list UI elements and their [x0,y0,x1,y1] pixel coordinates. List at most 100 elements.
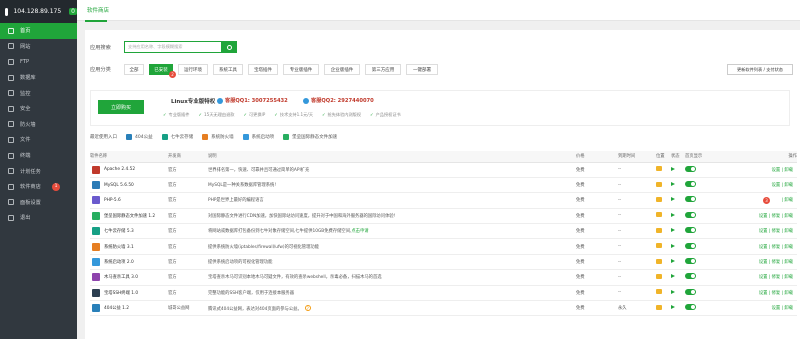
homepage-toggle[interactable] [685,273,696,280]
sidebar-item-12[interactable]: 退出 [0,210,77,226]
homepage-toggle[interactable] [685,196,696,203]
homepage-toggle[interactable] [685,227,696,234]
folder-icon[interactable] [656,227,662,233]
apply-link[interactable]: 点击申请 [351,229,368,234]
sidebar-item-10[interactable]: 软件商店 1 [0,179,77,195]
cell-name[interactable]: MySQL 5.6.50 [90,177,168,194]
cell-homepage [685,285,739,302]
sidebar-item-2[interactable]: FTP [0,54,77,70]
qq1[interactable]: 客服QQ1: 3007255432 [217,97,288,104]
action-links[interactable]: 设置 | 卸载 [772,168,793,173]
play-icon[interactable] [671,305,675,310]
cell-name[interactable]: 堡垒国际静态文件加速 1.2 [90,208,168,225]
action-links[interactable]: 设置 | 卸载 [772,183,793,188]
folder-icon[interactable] [656,258,662,264]
qq2[interactable]: 客服QQ2: 2927440070 [303,97,374,104]
play-icon[interactable] [671,289,675,294]
folder-icon[interactable] [656,304,662,310]
recent-entry[interactable]: 七牛云存储 [161,134,193,140]
cell-name[interactable]: Apache 2.4.52 [90,162,168,178]
cell-expire: -- [618,285,656,302]
sidebar-item-9[interactable]: 计划任务 [0,163,77,179]
sidebar-item-5[interactable]: 安全 [0,101,77,117]
action-links[interactable]: 设置 | 修复 | 卸载 [759,260,793,265]
sidebar-item-11[interactable]: 面板设置 [0,195,77,211]
folder-icon[interactable] [656,166,662,172]
homepage-toggle[interactable] [685,304,696,311]
category-tab-1[interactable]: 已安装 2 [149,64,176,78]
sidebar-item-6[interactable]: 防火墙 [0,117,77,133]
folder-icon[interactable] [656,243,662,249]
homepage-toggle[interactable] [685,211,696,218]
server-header[interactable]: 104.128.89.175 0 [0,0,77,23]
action-links[interactable]: 设置 | 修复 | 卸载 [759,229,793,234]
folder-icon[interactable] [656,273,662,279]
cell-expire: -- [618,177,656,194]
action-links[interactable]: 设置 | 修复 | 卸载 [759,245,793,250]
cell-price: 免费 [576,269,618,286]
play-icon[interactable] [671,243,675,248]
homepage-toggle[interactable] [685,258,696,265]
folder-icon[interactable] [656,289,662,295]
homepage-toggle[interactable] [685,181,696,188]
category-tab-4[interactable]: 宝塔插件 [248,64,278,75]
recent-entry[interactable]: 系统防火墙 [202,134,234,140]
update-count-badge[interactable]: 0 [69,8,77,15]
category-tab-0[interactable]: 全部 [124,64,144,75]
play-icon[interactable] [671,182,675,187]
category-tab-8[interactable]: 一键部署 [406,64,438,75]
category-tab-5[interactable]: 专业版插件 [283,64,319,75]
homepage-toggle[interactable] [685,242,696,249]
recent-entry[interactable]: 堡垒国际静态文件加速 [283,134,337,140]
column-header: 操作 [739,151,797,163]
folder-icon[interactable] [656,212,662,218]
category-tab-6[interactable]: 企业版插件 [324,64,360,75]
recent-entry[interactable]: 404公益 [126,134,153,140]
action-links[interactable]: 设置 | 修复 | 卸载 [759,291,793,296]
sidebar-item-1[interactable]: 网站 [0,39,77,55]
homepage-toggle[interactable] [685,288,696,295]
sidebar-item-7[interactable]: 文件 [0,132,77,148]
action-links[interactable]: | 卸载 [782,198,793,203]
category-tab-7[interactable]: 第三方应用 [365,64,401,75]
recent-entry[interactable]: 系统启动项 [242,134,274,140]
help-icon[interactable]: ? [304,304,311,311]
server-icon [5,7,9,16]
column-header: 软件名称 [90,151,168,163]
tab-software-store[interactable]: 软件商店 [87,6,109,14]
cell-name[interactable]: 系统启动项 2.0 [90,254,168,271]
play-icon[interactable] [671,212,675,217]
update-list-button[interactable]: 更新软件列表 / 支付状态 [727,64,793,75]
cell-status [671,238,685,255]
play-icon[interactable] [671,274,675,279]
sidebar-item-3[interactable]: 数据库 [0,70,77,86]
cell-developer: 官方 [168,208,208,225]
sidebar-item-8[interactable]: 终端 [0,148,77,164]
play-icon[interactable] [671,259,675,264]
search-button[interactable] [222,41,237,53]
category-tab-label: 已安装 [154,67,168,73]
cell-name[interactable]: 系统防火墙 3.1 [90,238,168,255]
play-icon[interactable] [671,228,675,233]
play-icon[interactable] [671,197,675,202]
cell-name[interactable]: 木马查杀工具 3.0 [90,269,168,286]
homepage-toggle[interactable] [685,165,696,172]
cell-status [671,254,685,271]
category-tab-2[interactable]: 运行环境 [178,64,208,75]
search-input[interactable]: 支持应用名称、字段模糊搜索 [124,41,222,53]
folder-icon[interactable] [656,196,662,202]
folder-icon[interactable] [656,181,662,187]
sidebar-item-4[interactable]: 监控 [0,85,77,101]
cell-name[interactable]: 404公益 1.2 [90,300,168,317]
action-links[interactable]: 设置 | 修复 | 卸载 [759,214,793,219]
cell-name[interactable]: 宝塔SSH终端 1.0 [90,285,168,302]
play-icon[interactable] [671,166,675,171]
category-tab-3[interactable]: 系统工具 [213,64,243,75]
action-links[interactable]: 设置 | 修复 | 卸载 [759,275,793,280]
action-links[interactable]: 设置 | 卸载 [772,306,793,311]
sidebar-item-0[interactable]: 首页 [0,23,77,39]
cell-name[interactable]: PHP-5.6 [90,192,168,209]
cell-name[interactable]: 七牛云存储 5.3 [90,223,168,240]
tab-underline [85,20,107,22]
buy-button[interactable]: 立即购买 [98,100,144,114]
